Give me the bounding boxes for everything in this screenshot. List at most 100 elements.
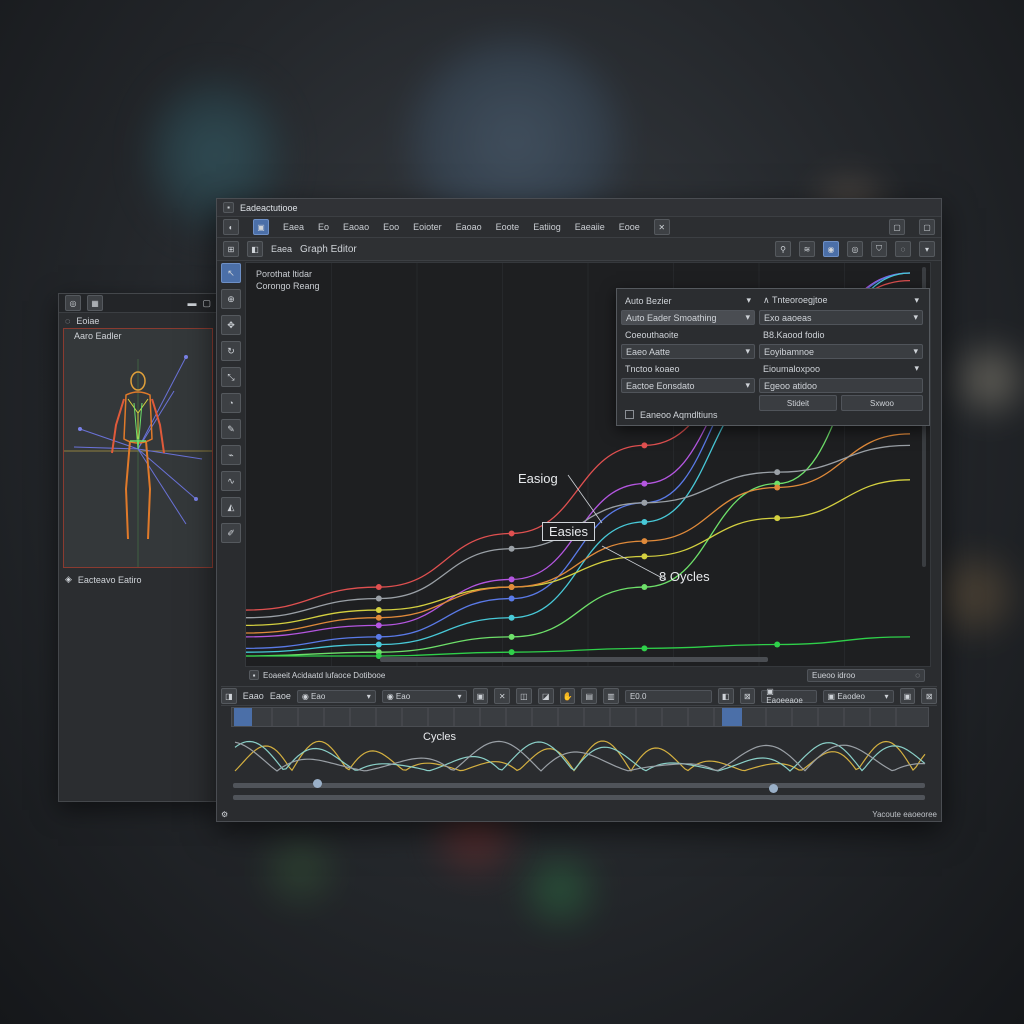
keyframe-point[interactable] (774, 484, 781, 491)
editor-type-icon[interactable]: ◨ (221, 688, 237, 704)
armature-viewport[interactable]: Aaro Eadler (63, 328, 213, 568)
keyframe-point[interactable] (508, 649, 515, 656)
keyframe-point[interactable] (508, 595, 515, 602)
pen-tool-icon[interactable]: ✎ (221, 419, 241, 439)
hand-icon[interactable]: ✋ (559, 688, 576, 704)
frame-value-field[interactable]: E0.0 (624, 689, 712, 703)
checkbox[interactable] (625, 410, 634, 419)
frame-icon[interactable]: ▤ (581, 688, 598, 704)
pivot-icon[interactable]: ⚲ (775, 241, 791, 257)
keyframe-point[interactable] (375, 633, 382, 640)
keyframe-point[interactable] (774, 515, 781, 522)
keyframe-icon[interactable]: ◈ (65, 574, 72, 585)
rotate-tool-icon[interactable]: ↻ (221, 341, 241, 361)
overlay-menu-icon[interactable]: ▾ (919, 241, 935, 257)
interp-auto-bezier[interactable]: Auto Bezier ▾ (621, 293, 755, 308)
armature-figure[interactable] (64, 329, 212, 567)
dope-dropdown[interactable]: ◉ Eao ▾ (381, 689, 467, 703)
curve-tool-icon[interactable]: ∿ (221, 471, 241, 491)
keyframe-point[interactable] (641, 480, 648, 487)
popover-checkbox-row[interactable]: Eaneoo Aqmdltiuns (621, 407, 781, 422)
dope-dropdown[interactable]: ▣ Eaoeeaoe (761, 687, 817, 705)
interp-easing-field[interactable]: Eaeo Aatte ▾ (621, 344, 755, 359)
cut-icon[interactable]: ✕ (494, 688, 511, 704)
close-icon[interactable]: ⊠ (921, 688, 938, 704)
move-tool-icon[interactable]: ✥ (221, 315, 241, 335)
window-restore-icon[interactable]: ▢ (889, 219, 905, 235)
dope-label[interactable]: Eaao (243, 691, 264, 701)
timeline-scrollbar[interactable] (233, 795, 925, 800)
keyframe-point[interactable] (641, 538, 648, 545)
proportional-icon[interactable]: ◎ (847, 241, 863, 257)
interp-mode-field[interactable]: Eactoe Eonsdato ▾ (621, 378, 755, 393)
grid-icon[interactable]: ▦ (87, 295, 103, 311)
keyframe-point[interactable] (375, 622, 382, 629)
fcurve-line[interactable] (246, 479, 911, 627)
timeline-scrollbar[interactable] (233, 783, 925, 788)
scale-tool-icon[interactable]: ⤡ (221, 367, 241, 387)
dope-label[interactable]: Eaoe (270, 691, 291, 701)
object-icon[interactable]: ◌ (65, 316, 70, 326)
editor-type-icon[interactable]: ◎ (65, 295, 81, 311)
keyframe-point[interactable] (375, 584, 382, 591)
menu-item[interactable]: Eoioter (413, 222, 442, 232)
menu-item[interactable]: Eatiiog (533, 222, 561, 232)
cursor-tool-icon[interactable]: ⊕ (221, 289, 241, 309)
keyframe-point[interactable] (375, 595, 382, 602)
keyframe-point[interactable] (774, 469, 781, 476)
close-icon[interactable]: ✕ (653, 219, 670, 235)
select-tool-icon[interactable]: ↖ (221, 263, 241, 283)
keyframe-point[interactable] (641, 442, 648, 449)
minimize-icon[interactable]: ▬ (187, 298, 196, 308)
editor-prefix[interactable]: Eaea (271, 244, 292, 254)
measure-tool-icon[interactable]: ◔ (221, 393, 241, 413)
right-field[interactable]: Egeoo atidoo (759, 378, 923, 393)
marker-icon[interactable]: ▥ (603, 688, 619, 704)
window-close-icon[interactable]: ▢ (919, 219, 935, 235)
keyframe-point[interactable] (641, 645, 648, 652)
normalize-icon[interactable]: ≋ (799, 241, 815, 257)
settings-icon[interactable]: ⚙ (221, 810, 228, 819)
keyframe-point[interactable] (641, 553, 648, 560)
keyframe-point[interactable] (508, 576, 515, 583)
graph-canvas[interactable]: Porothat ltidar Corongo Reang Easiog Eas… (245, 262, 931, 667)
right-field[interactable]: Eioumaloxpoo ▾ (759, 361, 923, 376)
paste-icon[interactable]: ◪ (537, 688, 554, 704)
right-field[interactable]: ∧ Tnteoroegjtoe ▾ (759, 293, 923, 308)
bone-tool-icon[interactable]: ⌁ (221, 445, 241, 465)
menu-item[interactable]: Eo (318, 222, 329, 232)
snap-icon[interactable]: ◉ (823, 241, 839, 257)
menu-item[interactable]: Eoote (496, 222, 520, 232)
graph-mode-icon[interactable]: ▣ (253, 219, 269, 235)
right-field[interactable]: Eoyibamnoe ▾ (759, 344, 923, 359)
menu-item[interactable]: Eaeaiie (575, 222, 605, 232)
keyframe-point[interactable] (641, 584, 648, 591)
menu-item[interactable]: Eaoao (343, 222, 369, 232)
keyframe-point[interactable] (375, 607, 382, 614)
menu-item[interactable]: Eaoao (456, 222, 482, 232)
keyframe-point[interactable] (508, 530, 515, 537)
keyframe-point[interactable] (508, 545, 515, 552)
keyframe-point[interactable] (641, 518, 648, 525)
right-field[interactable]: Exo aaoeas ▾ (759, 310, 923, 325)
editor-type-icon[interactable]: ◐ (223, 219, 239, 235)
interp-smoothing-field[interactable]: Auto Eader Smoathing ▾ (621, 310, 755, 325)
close-icon[interactable]: ▢ (202, 298, 211, 309)
clear-icon[interactable]: ⊠ (739, 688, 756, 704)
interp-option[interactable]: Coeouthaoite (621, 327, 755, 342)
overlay-icon[interactable]: ◌ (895, 241, 911, 257)
view-icon[interactable]: ▣ (899, 688, 916, 704)
menu-item[interactable]: Eooe (619, 222, 640, 232)
horizontal-scrollbar[interactable] (380, 657, 768, 662)
menu-item[interactable]: Eoo (383, 222, 399, 232)
keyframe-point[interactable] (774, 641, 781, 648)
keyframe-point[interactable] (641, 499, 648, 506)
scrub-handle[interactable] (769, 784, 778, 793)
annotate-tool-icon[interactable]: ✐ (221, 523, 241, 543)
keyframe-point[interactable] (375, 614, 382, 621)
dope-dropdown[interactable]: ◉ Eao ▾ (296, 689, 376, 703)
prev-icon[interactable]: ◧ (717, 688, 734, 704)
playhead-handle[interactable] (313, 779, 322, 788)
editor-type-icon[interactable]: ⊞ (223, 241, 239, 257)
popover-button[interactable]: Sxwoo (841, 395, 923, 411)
